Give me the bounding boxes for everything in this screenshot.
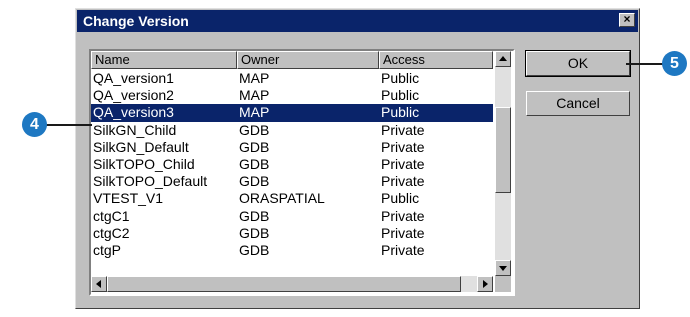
ok-button[interactable]: OK <box>525 50 631 77</box>
horizontal-scrollbar[interactable] <box>91 276 493 292</box>
cell-name: VTEST_V1 <box>93 190 164 207</box>
close-button[interactable]: × <box>619 13 635 27</box>
table-row[interactable]: VTEST_V1 ORASPATIAL Public <box>91 190 493 207</box>
cell-name: ctgP <box>93 241 122 258</box>
change-version-dialog: Change Version × Name Owner Access QA_ve… <box>75 8 640 309</box>
scroll-up-button[interactable] <box>495 51 511 67</box>
column-header-access[interactable]: Access <box>379 51 493 69</box>
scroll-down-arrow-icon <box>499 266 507 271</box>
column-header-owner-label: Owner <box>241 52 280 67</box>
scroll-left-arrow-icon <box>96 280 101 288</box>
horizontal-scroll-thumb[interactable] <box>107 276 461 292</box>
callout-5-number: 5 <box>670 55 679 72</box>
close-icon: × <box>623 12 631 26</box>
cell-owner: GDB <box>239 207 270 224</box>
cell-name: QA_version1 <box>93 70 174 86</box>
table-row[interactable]: SilkTOPO_Child GDB Private <box>91 156 493 173</box>
table-row[interactable]: SilkGN_Default GDB Private <box>91 139 493 156</box>
dialog-title: Change Version <box>83 13 189 29</box>
table-row[interactable]: SilkTOPO_Default GDB Private <box>91 173 493 190</box>
cell-owner: GDB <box>239 224 270 241</box>
version-list[interactable]: Name Owner Access QA_version1 MAP Public QA… <box>89 49 515 296</box>
scroll-right-button[interactable] <box>477 276 493 292</box>
cancel-button[interactable]: Cancel <box>526 91 630 116</box>
cell-owner: MAP <box>239 104 270 121</box>
cell-owner: ORASPATIAL <box>239 190 325 207</box>
cell-access: Public <box>381 104 420 121</box>
callout-4-leader-line <box>44 124 92 126</box>
cell-name: SilkGN_Child <box>93 121 177 138</box>
cell-access: Private <box>381 241 425 258</box>
callout-4-badge: 4 <box>22 112 47 137</box>
scroll-up-arrow-icon <box>499 56 507 61</box>
column-header-name[interactable]: Name <box>91 51 237 69</box>
cell-name: SilkTOPO_Default <box>93 173 208 190</box>
callout-5-badge: 5 <box>662 51 687 76</box>
table-row[interactable]: QA_version2 MAP Public <box>91 87 493 104</box>
column-header-row: Name Owner Access <box>91 51 493 69</box>
cell-name: SilkTOPO_Child <box>93 155 195 172</box>
cell-owner: MAP <box>239 87 270 104</box>
cell-access: Private <box>381 207 425 224</box>
column-header-access-label: Access <box>383 52 425 67</box>
cell-access: Private <box>381 224 425 241</box>
cell-access: Public <box>381 190 420 207</box>
vertical-scroll-thumb[interactable] <box>495 107 511 193</box>
scroll-down-button[interactable] <box>495 260 511 276</box>
table-row[interactable]: ctgC1 GDB Private <box>91 208 493 225</box>
callout-4-number: 4 <box>30 116 39 133</box>
table-row[interactable]: QA_version1 MAP Public <box>91 70 493 87</box>
cell-owner: GDB <box>239 138 270 155</box>
cancel-button-label: Cancel <box>556 95 600 111</box>
cell-owner: GDB <box>239 241 270 258</box>
cell-owner: GDB <box>239 173 270 190</box>
cell-owner: MAP <box>239 70 270 86</box>
cell-access: Private <box>381 155 425 172</box>
cell-name: ctgC1 <box>93 207 130 224</box>
cell-name: SilkGN_Default <box>93 138 189 155</box>
table-row[interactable]: ctgP GDB Private <box>91 242 493 259</box>
cell-owner: GDB <box>239 121 270 138</box>
table-row[interactable]: QA_version3 MAP Public <box>91 104 493 122</box>
column-header-owner[interactable]: Owner <box>237 51 379 69</box>
cell-name: QA_version3 <box>93 104 174 121</box>
cell-access: Private <box>381 138 425 155</box>
column-header-name-label: Name <box>95 52 130 67</box>
cell-access: Private <box>381 121 425 138</box>
scroll-left-button[interactable] <box>91 276 107 292</box>
scrollbar-corner <box>495 276 511 292</box>
table-row[interactable]: SilkGN_Child GDB Private <box>91 122 493 139</box>
table-row[interactable]: ctgC2 GDB Private <box>91 225 493 242</box>
ok-button-label: OK <box>567 55 589 71</box>
vertical-scrollbar[interactable] <box>495 51 511 276</box>
cell-owner: GDB <box>239 155 270 172</box>
scroll-right-arrow-icon <box>483 280 488 288</box>
title-bar[interactable]: Change Version × <box>77 10 638 32</box>
version-rows: QA_version1 MAP Public QA_version2 MAP Public… <box>91 70 493 259</box>
cell-name: QA_version2 <box>93 87 174 104</box>
cell-access: Private <box>381 173 425 190</box>
cell-access: Public <box>381 70 420 86</box>
cell-name: ctgC2 <box>93 224 130 241</box>
cell-access: Public <box>381 87 420 104</box>
